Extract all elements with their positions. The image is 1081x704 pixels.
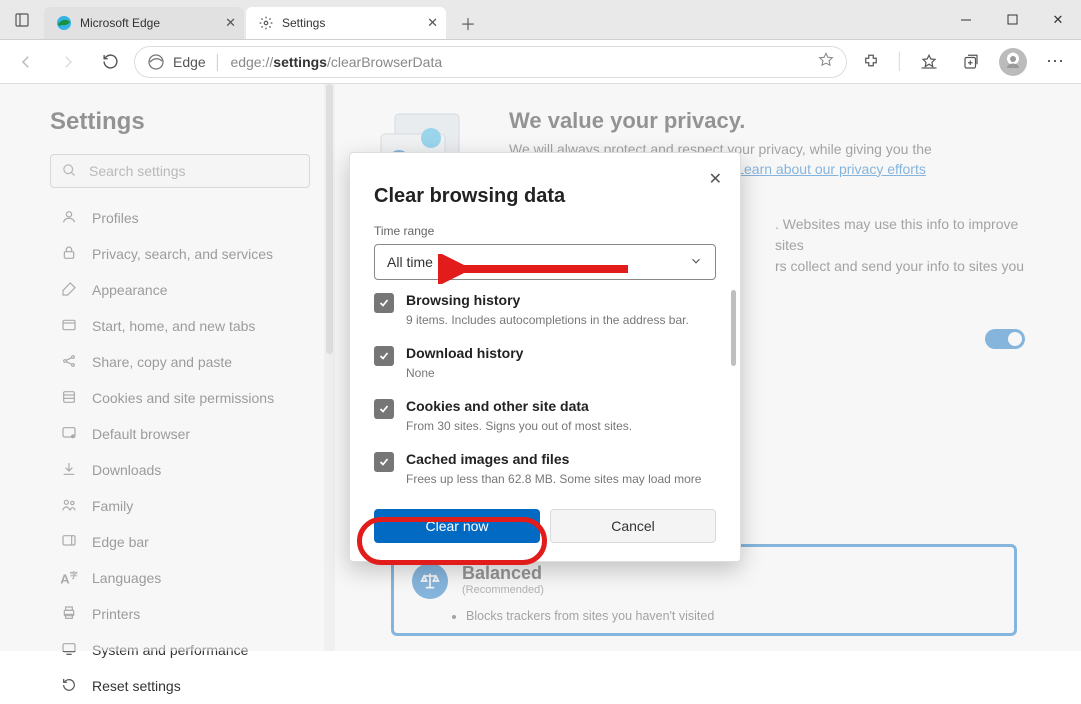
search-icon xyxy=(62,163,77,183)
search-settings-input[interactable] xyxy=(50,154,310,188)
lock-icon xyxy=(60,245,78,264)
nav-downloads[interactable]: Downloads xyxy=(50,452,317,488)
browser-icon xyxy=(60,425,78,444)
settings-sidebar: Settings Profiles Privacy, search, and s… xyxy=(0,84,335,651)
balanced-title: Balanced xyxy=(462,563,544,584)
nav-cookies[interactable]: Cookies and site permissions xyxy=(50,380,317,416)
favorites-icon[interactable] xyxy=(911,46,947,78)
balanced-bullet: Blocks trackers from sites you haven't v… xyxy=(466,609,996,623)
reset-icon xyxy=(60,677,78,696)
close-window-button[interactable]: ✕ xyxy=(1035,0,1081,40)
check-cookies[interactable]: Cookies and other site dataFrom 30 sites… xyxy=(374,398,716,435)
check-browsing-history[interactable]: Browsing history9 items. Includes autoco… xyxy=(374,292,716,329)
more-icon[interactable]: ⋯ xyxy=(1037,46,1073,78)
maximize-button[interactable] xyxy=(989,0,1035,40)
dialog-scrollbar[interactable] xyxy=(731,290,736,366)
favorite-icon[interactable] xyxy=(818,52,834,71)
nav-default-browser[interactable]: Default browser xyxy=(50,416,317,452)
checkbox-checked-icon[interactable] xyxy=(374,346,394,366)
gear-icon xyxy=(258,15,274,31)
dialog-body: Browsing history9 items. Includes autoco… xyxy=(350,286,740,497)
site-info-icon[interactable] xyxy=(147,53,165,71)
tab-label: Microsoft Edge xyxy=(80,16,160,30)
nav-share[interactable]: Share, copy and paste xyxy=(50,344,317,380)
tracking-toggle[interactable] xyxy=(985,329,1025,349)
chevron-down-icon xyxy=(689,254,703,271)
extensions-icon[interactable] xyxy=(853,46,889,78)
time-range-value: All time xyxy=(387,254,433,270)
brush-icon xyxy=(60,281,78,300)
url-label-edge: Edge xyxy=(173,54,206,70)
titlebar: Microsoft Edge ✕ Settings ✕ ＋ ✕ xyxy=(0,0,1081,40)
window-controls: ✕ xyxy=(943,0,1081,40)
new-tab-button[interactable]: ＋ xyxy=(452,7,484,39)
address-bar[interactable]: Edge │ edge://settings/clearBrowserData xyxy=(134,46,847,78)
time-range-label: Time range xyxy=(350,216,740,242)
url-separator: │ xyxy=(214,54,223,70)
scales-icon xyxy=(412,563,448,599)
nav-profiles[interactable]: Profiles xyxy=(50,200,317,236)
checkbox-checked-icon[interactable] xyxy=(374,399,394,419)
minimize-button[interactable] xyxy=(943,0,989,40)
nav-privacy[interactable]: Privacy, search, and services xyxy=(50,236,317,272)
tabstrip: Microsoft Edge ✕ Settings ✕ ＋ xyxy=(44,0,484,39)
profile-icon xyxy=(60,209,78,228)
nav-system[interactable]: System and performance xyxy=(50,632,317,668)
balanced-rec: (Recommended) xyxy=(462,584,544,596)
language-icon: A字 xyxy=(60,570,78,586)
clear-browsing-data-dialog: ✕ Clear browsing data Time range All tim… xyxy=(349,152,741,562)
share-icon xyxy=(60,353,78,372)
close-icon[interactable]: ✕ xyxy=(427,15,438,31)
back-button[interactable] xyxy=(8,46,44,78)
dialog-title: Clear browsing data xyxy=(374,185,716,208)
nav-edge-bar[interactable]: Edge bar xyxy=(50,524,317,560)
privacy-link[interactable]: Learn about our privacy efforts xyxy=(736,161,926,177)
browser-toolbar: Edge │ edge://settings/clearBrowserData … xyxy=(0,40,1081,84)
nav-languages[interactable]: A字Languages xyxy=(50,560,317,596)
nav-printers[interactable]: Printers xyxy=(50,596,317,632)
download-icon xyxy=(60,461,78,480)
tab-label: Settings xyxy=(282,16,325,30)
family-icon xyxy=(60,497,78,516)
check-download-history[interactable]: Download historyNone xyxy=(374,345,716,382)
close-icon[interactable]: ✕ xyxy=(225,15,236,31)
edge-favicon-icon xyxy=(56,15,72,31)
time-range-select[interactable]: All time xyxy=(374,244,716,280)
checkbox-checked-icon[interactable] xyxy=(374,452,394,472)
printer-icon xyxy=(60,605,78,624)
url-path: edge://settings/clearBrowserData xyxy=(230,54,442,70)
nav-start[interactable]: Start, home, and new tabs xyxy=(50,308,317,344)
nav-reset[interactable]: Reset settings xyxy=(50,668,317,704)
dialog-close-icon[interactable]: ✕ xyxy=(709,169,722,189)
nav-appearance[interactable]: Appearance xyxy=(50,272,317,308)
check-cache[interactable]: Cached images and filesFrees up less tha… xyxy=(374,451,716,488)
refresh-button[interactable] xyxy=(92,46,128,78)
checkbox-checked-icon[interactable] xyxy=(374,293,394,313)
tab-edge[interactable]: Microsoft Edge ✕ xyxy=(44,7,244,39)
cookie-icon xyxy=(60,389,78,408)
tab-actions-icon[interactable] xyxy=(0,0,44,39)
tracking-desc: . Websites may use this info to improve … xyxy=(775,214,1041,277)
settings-nav: Profiles Privacy, search, and services A… xyxy=(50,200,317,704)
settings-title: Settings xyxy=(50,108,317,136)
cancel-button[interactable]: Cancel xyxy=(550,509,716,543)
collections-icon[interactable] xyxy=(953,46,989,78)
sidebar-scrollbar[interactable] xyxy=(326,84,333,354)
system-icon xyxy=(60,641,78,660)
tabs-icon xyxy=(60,317,78,336)
clear-now-button[interactable]: Clear now xyxy=(374,509,540,543)
hero-title: We value your privacy. xyxy=(509,108,1041,134)
edgebar-icon xyxy=(60,533,78,552)
profile-avatar[interactable] xyxy=(995,46,1031,78)
tab-settings[interactable]: Settings ✕ xyxy=(246,7,446,39)
forward-button[interactable] xyxy=(50,46,86,78)
nav-family[interactable]: Family xyxy=(50,488,317,524)
